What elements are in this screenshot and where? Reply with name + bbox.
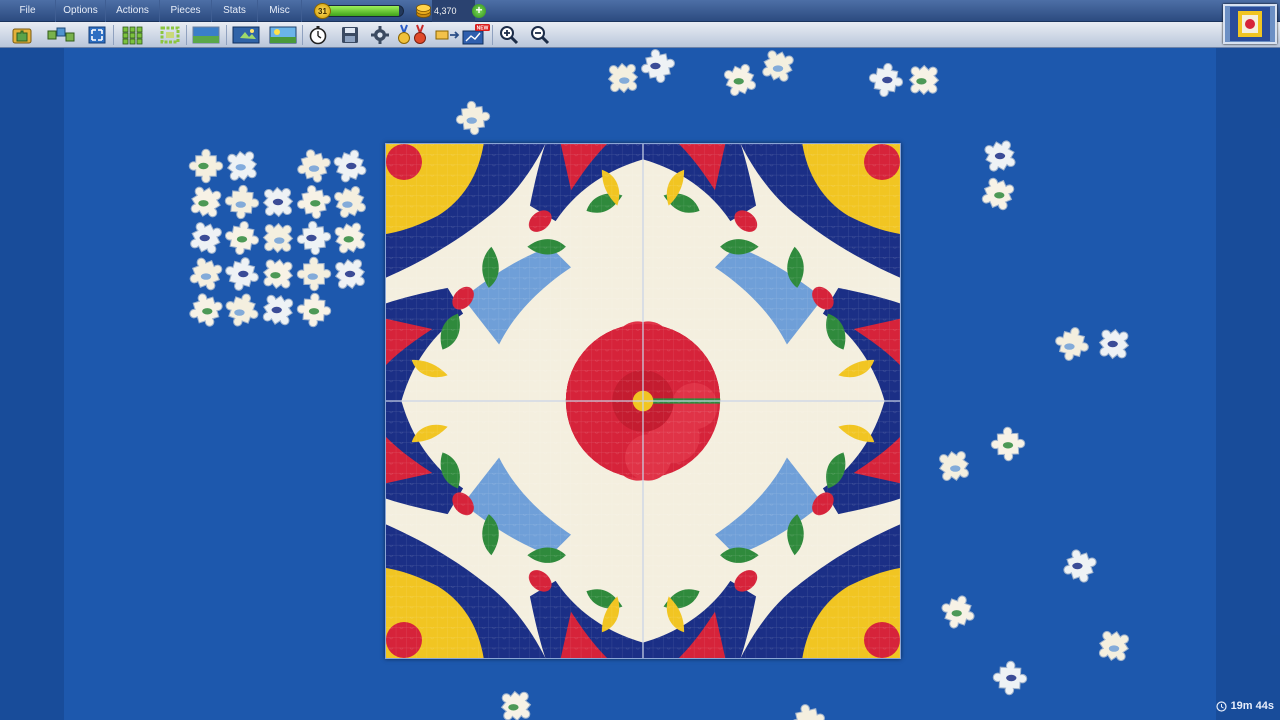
menu-bar: File Options Actions Pieces Stats Misc 3… xyxy=(0,0,1280,22)
loose-jigsaw-piece[interactable] xyxy=(1096,628,1132,664)
menu-pieces[interactable]: Pieces xyxy=(160,0,212,22)
coins-icon xyxy=(416,4,431,18)
toolbar-separator xyxy=(113,25,114,45)
loose-jigsaw-piece[interactable] xyxy=(992,660,1028,696)
loose-jigsaw-piece[interactable] xyxy=(1054,326,1090,362)
loose-jigsaw-piece[interactable] xyxy=(982,138,1018,174)
level-badge: 31 xyxy=(314,3,331,19)
loose-jigsaw-piece[interactable] xyxy=(332,256,368,292)
menu-options[interactable]: Options xyxy=(56,0,106,22)
timer-value: 19m 44s xyxy=(1230,700,1274,712)
loose-jigsaw-piece[interactable] xyxy=(260,256,296,292)
new-feature-icon[interactable]: NEW xyxy=(460,24,490,46)
talavera-tile-image xyxy=(386,144,900,658)
loose-jigsaw-piece[interactable] xyxy=(224,148,260,184)
loose-jigsaw-piece[interactable] xyxy=(296,220,332,256)
buy-coins-button[interactable]: + xyxy=(472,4,486,18)
menu-file[interactable]: File xyxy=(0,0,56,22)
toolbar: NEW xyxy=(0,22,1280,48)
menu-stats[interactable]: Stats xyxy=(212,0,258,22)
loose-jigsaw-piece[interactable] xyxy=(296,292,332,328)
loose-jigsaw-piece[interactable] xyxy=(455,100,491,136)
play-area-edge-shade xyxy=(1216,48,1280,720)
loose-jigsaw-piece[interactable] xyxy=(498,688,534,720)
xp-progress-bar xyxy=(322,5,404,17)
medals-icon[interactable] xyxy=(396,24,426,46)
loose-jigsaw-piece[interactable] xyxy=(260,292,296,328)
loose-jigsaw-piece[interactable] xyxy=(1096,326,1132,362)
loose-jigsaw-piece[interactable] xyxy=(760,48,796,84)
fullscreen-icon[interactable] xyxy=(85,24,109,46)
loose-jigsaw-piece[interactable] xyxy=(260,184,296,220)
stopwatch-icon[interactable] xyxy=(306,24,330,46)
assembled-puzzle[interactable] xyxy=(385,143,901,659)
save-icon[interactable] xyxy=(338,24,362,46)
zoom-out-icon[interactable] xyxy=(528,24,552,46)
clock-icon xyxy=(1215,700,1227,712)
menu-misc[interactable]: Misc xyxy=(258,0,302,22)
loose-jigsaw-piece[interactable] xyxy=(224,220,260,256)
pieces-grid-icon[interactable] xyxy=(120,24,144,46)
loose-jigsaw-piece[interactable] xyxy=(990,426,1026,462)
toolbar-separator xyxy=(186,25,187,45)
background-icon[interactable] xyxy=(191,24,221,46)
loose-jigsaw-piece[interactable] xyxy=(980,176,1016,212)
preview-image-icon[interactable] xyxy=(268,24,298,46)
loose-jigsaw-piece[interactable] xyxy=(936,448,972,484)
loose-jigsaw-piece[interactable] xyxy=(332,148,368,184)
loose-jigsaw-piece[interactable] xyxy=(260,220,296,256)
xp-progress-fill xyxy=(323,6,399,16)
puzzle-preview-thumbnail[interactable] xyxy=(1223,4,1277,44)
scatter-pieces-icon[interactable] xyxy=(46,24,76,46)
loose-jigsaw-piece[interactable] xyxy=(1062,548,1098,584)
loose-jigsaw-piece[interactable] xyxy=(296,148,332,184)
menu-actions[interactable]: Actions xyxy=(106,0,160,22)
loose-jigsaw-piece[interactable] xyxy=(605,60,641,96)
toolbar-separator xyxy=(226,25,227,45)
zoom-in-icon[interactable] xyxy=(497,24,521,46)
ghost-image-icon[interactable] xyxy=(231,24,261,46)
loose-jigsaw-piece[interactable] xyxy=(332,184,368,220)
loose-jigsaw-piece[interactable] xyxy=(224,292,260,328)
toolbar-separator xyxy=(302,25,303,45)
loose-jigsaw-piece[interactable] xyxy=(332,220,368,256)
puzzle-box-icon[interactable] xyxy=(10,24,34,46)
loose-jigsaw-piece[interactable] xyxy=(906,62,942,98)
loose-jigsaw-piece[interactable] xyxy=(188,256,224,292)
loose-jigsaw-piece[interactable] xyxy=(296,184,332,220)
loose-jigsaw-piece[interactable] xyxy=(224,256,260,292)
loose-jigsaw-piece[interactable] xyxy=(940,594,976,630)
loose-jigsaw-piece[interactable] xyxy=(188,148,224,184)
loose-jigsaw-piece[interactable] xyxy=(790,703,826,720)
loose-jigsaw-piece[interactable] xyxy=(868,62,904,98)
new-badge: NEW xyxy=(477,26,489,32)
edge-pieces-icon[interactable] xyxy=(158,24,182,46)
loose-jigsaw-piece[interactable] xyxy=(188,220,224,256)
loose-jigsaw-piece[interactable] xyxy=(224,184,260,220)
play-area-edge-shade xyxy=(0,48,64,720)
elapsed-timer: 19m 44s xyxy=(1215,698,1274,714)
loose-jigsaw-piece[interactable] xyxy=(640,48,676,84)
toolbar-separator xyxy=(492,25,493,45)
loose-jigsaw-piece[interactable] xyxy=(188,292,224,328)
coin-count: 4,370 xyxy=(432,0,475,22)
puzzle-play-area[interactable]: 19m 44s xyxy=(0,48,1280,720)
loose-jigsaw-piece[interactable] xyxy=(722,62,758,98)
loose-jigsaw-piece[interactable] xyxy=(296,256,332,292)
loose-jigsaw-piece[interactable] xyxy=(188,184,224,220)
settings-gear-icon[interactable] xyxy=(368,24,392,46)
